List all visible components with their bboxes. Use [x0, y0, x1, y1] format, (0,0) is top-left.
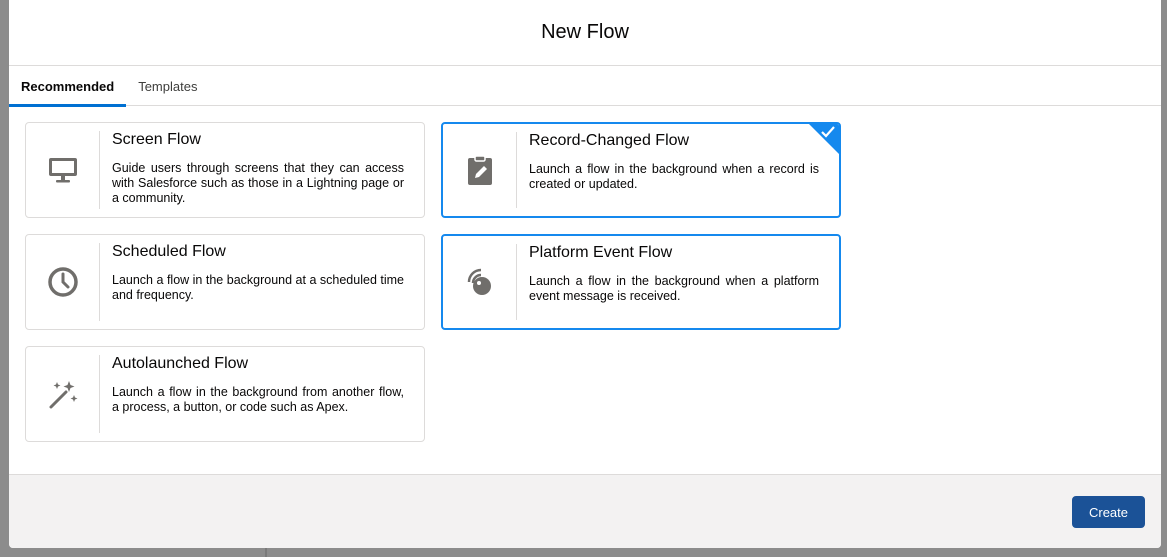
broadcast-icon [467, 268, 491, 295]
new-flow-modal: New Flow Recommended Templates Screen Fl… [9, 0, 1161, 548]
card-content: Autolaunched Flow Launch a flow in the b… [100, 347, 424, 441]
create-button[interactable]: Create [1072, 496, 1145, 528]
card-description: Guide users through screens that they ca… [112, 161, 404, 205]
card-record-changed-flow[interactable]: Record-Changed Flow Launch a flow in the… [441, 122, 841, 218]
tab-recommended[interactable]: Recommended [9, 66, 127, 107]
modal-footer: Create [9, 474, 1161, 548]
tab-bar: Recommended Templates [9, 66, 1161, 107]
magic-wand-icon [49, 381, 77, 409]
icon-area [26, 347, 99, 441]
card-title: Autolaunched Flow [112, 355, 249, 372]
card-screen-flow[interactable]: Screen Flow Guide users through screens … [25, 122, 425, 218]
modal-header: New Flow [9, 0, 1161, 66]
modal-title: New Flow [541, 21, 629, 43]
card-content: Screen Flow Guide users through screens … [100, 123, 424, 217]
monitor-icon [48, 158, 77, 183]
checkmark-icon [821, 126, 835, 138]
card-title: Screen Flow [112, 131, 201, 148]
card-content: Record-Changed Flow Launch a flow in the… [517, 124, 839, 216]
clock-icon [47, 267, 78, 297]
card-title: Scheduled Flow [112, 243, 226, 260]
card-description: Launch a flow in the background when a p… [529, 274, 819, 303]
icon-area [443, 124, 516, 216]
card-content: Scheduled Flow Launch a flow in the back… [100, 235, 424, 329]
card-title: Record-Changed Flow [529, 132, 690, 149]
card-description: Launch a flow in the background at a sch… [112, 273, 404, 302]
card-title: Platform Event Flow [529, 244, 673, 261]
card-content: Platform Event Flow Launch a flow in the… [517, 236, 839, 328]
icon-area [26, 235, 99, 329]
icon-area [26, 123, 99, 217]
card-scheduled-flow[interactable]: Scheduled Flow Launch a flow in the back… [25, 234, 425, 330]
card-description: Launch a flow in the background when a r… [529, 162, 819, 191]
card-autolaunched-flow[interactable]: Autolaunched Flow Launch a flow in the b… [25, 346, 425, 442]
clipboard-edit-icon [467, 155, 492, 185]
icon-area [443, 236, 516, 328]
card-platform-event-flow[interactable]: Platform Event Flow Launch a flow in the… [441, 234, 841, 330]
flow-type-grid: Screen Flow Guide users through screens … [9, 106, 1161, 474]
tab-templates[interactable]: Templates [126, 66, 209, 106]
card-description: Launch a flow in the background from ano… [112, 385, 404, 414]
